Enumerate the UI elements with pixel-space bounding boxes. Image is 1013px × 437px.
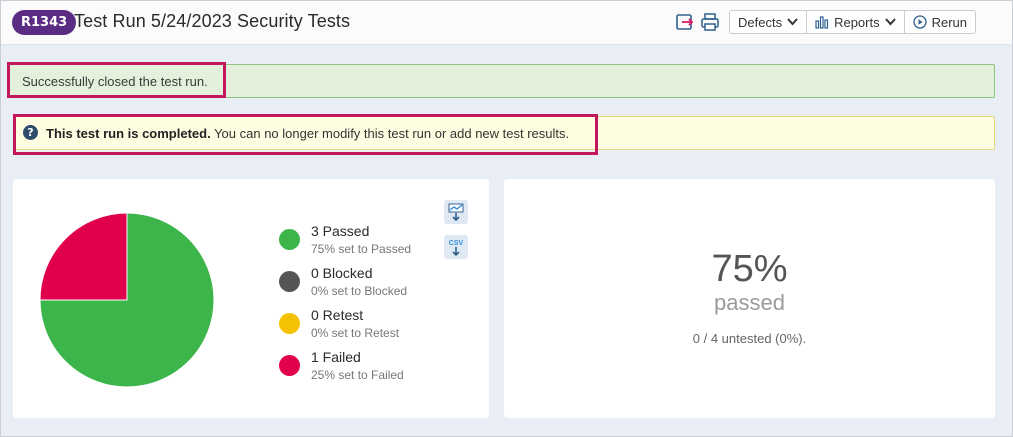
pie-slice-failed[interactable] [39, 212, 128, 301]
legend-dot-failed [279, 355, 300, 376]
page-title: Test Run 5/24/2023 Security Tests [74, 11, 351, 31]
legend-subtitle: 0% set to Retest [311, 326, 400, 340]
legend-dot-blocked [279, 271, 300, 292]
export-icon[interactable] [675, 12, 695, 32]
defects-label: Defects [738, 14, 783, 30]
test-run-page: R1343 Test Run 5/24/2023 Security Tests … [0, 0, 1013, 437]
success-message-highlight [7, 62, 226, 98]
legend-subtitle: 0% set to Blocked [311, 284, 408, 298]
legend-subtitle: 25% set to Failed [311, 368, 404, 382]
reports-label: Reports [834, 14, 880, 30]
status-pie-chart [39, 212, 215, 388]
rerun-button[interactable]: Rerun [905, 11, 975, 33]
legend-title: 1 Failed [311, 349, 361, 365]
defects-dropdown[interactable]: Defects [730, 11, 808, 33]
rerun-label: Rerun [931, 14, 968, 30]
chart-download-button[interactable] [444, 200, 468, 224]
pass-rate-panel: 75% passed 0 / 4 untested (0%). [504, 179, 995, 418]
legend-dot-passed [279, 229, 300, 250]
bar-chart-icon [815, 15, 829, 29]
legend-title: 0 Blocked [311, 265, 373, 281]
legend-subtitle: 75% set to Passed [311, 242, 412, 256]
chevron-down-icon [884, 18, 896, 26]
pass-percentage-label: passed [714, 290, 785, 315]
csv-label: CSV [449, 240, 464, 247]
chevron-down-icon [787, 18, 798, 26]
csv-download-button[interactable]: CSV [444, 235, 468, 259]
chart-download-icon [448, 203, 464, 222]
status-chart-panel: 3 Passed 75% set to Passed 0 Blocked 0% … [13, 179, 489, 418]
header-toolbar: Defects Reports Rerun [729, 10, 977, 34]
info-message-highlight [13, 114, 598, 155]
play-circle-icon [912, 15, 927, 29]
legend-title: 3 Passed [311, 223, 370, 239]
csv-download-icon: CSV [449, 240, 464, 257]
legend-title: 0 Retest [311, 307, 364, 323]
untested-summary: 0 / 4 untested (0%). [692, 331, 807, 346]
print-icon[interactable] [700, 12, 720, 32]
reports-dropdown[interactable]: Reports [807, 11, 905, 33]
page-header: R1343 Test Run 5/24/2023 Security Tests … [1, 1, 1012, 45]
run-id-badge: R1343 [12, 10, 77, 35]
pass-percentage: 75% [711, 248, 788, 290]
legend-dot-retest [279, 313, 300, 334]
